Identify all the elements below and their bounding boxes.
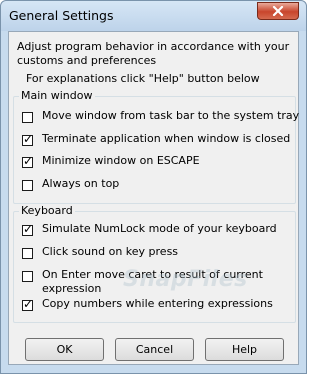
window-title: General Settings [9, 8, 114, 23]
copy-numbers-label: Copy numbers while entering expressions [42, 297, 273, 310]
terminate-on-close-label: Terminate application when window is clo… [42, 132, 291, 145]
checkbox-copy-numbers[interactable]: ✓ [22, 297, 34, 311]
title-bar[interactable]: General Settings [1, 1, 306, 31]
dialog-window: General Settings Adjust program behavior… [0, 0, 307, 374]
help-button[interactable]: Help [205, 338, 284, 361]
check-mark-icon: ✓ [23, 297, 34, 311]
check-mark-icon: ✓ [23, 132, 34, 146]
enter-move-caret-label-line-2: expression [42, 282, 102, 295]
simulate-numlock-label: Simulate NumLock mode of your keyboard [42, 222, 277, 235]
minimize-on-escape-label: Minimize window on ESCAPE [42, 154, 200, 167]
move-to-tray-label: Move window from task bar to the system … [42, 109, 300, 122]
dialog-body: Adjust program behavior in accordance wi… [8, 31, 299, 365]
click-sound-label: Click sound on key press [42, 245, 179, 258]
help-hint-text: For explanations click "Help" button bel… [26, 72, 260, 85]
check-mark-icon: ✓ [23, 154, 34, 168]
main-window-group: Main window Move window from task bar to… [13, 89, 300, 204]
close-icon [272, 6, 284, 16]
intro-line-2: customs and preferences [17, 54, 157, 67]
ok-button[interactable]: OK [25, 338, 104, 361]
checkbox-click-sound[interactable] [22, 248, 33, 259]
check-mark-icon: ✓ [23, 222, 34, 236]
checkbox-move-to-tray[interactable] [22, 112, 33, 123]
watermark: SnapFiles [123, 267, 248, 292]
checkbox-enter-move-caret[interactable] [22, 271, 33, 282]
close-button[interactable] [257, 2, 299, 20]
checkbox-terminate-on-close[interactable]: ✓ [22, 132, 34, 146]
checkbox-always-on-top[interactable] [22, 180, 33, 191]
checkbox-minimize-on-escape[interactable]: ✓ [22, 154, 34, 168]
always-on-top-label: Always on top [42, 177, 120, 190]
checkbox-simulate-numlock[interactable]: ✓ [22, 222, 34, 236]
intro-line-1: Adjust program behavior in accordance wi… [17, 40, 290, 53]
keyboard-group-label: Keyboard [19, 204, 75, 217]
cancel-button[interactable]: Cancel [115, 338, 194, 361]
main-window-group-label: Main window [19, 89, 95, 102]
